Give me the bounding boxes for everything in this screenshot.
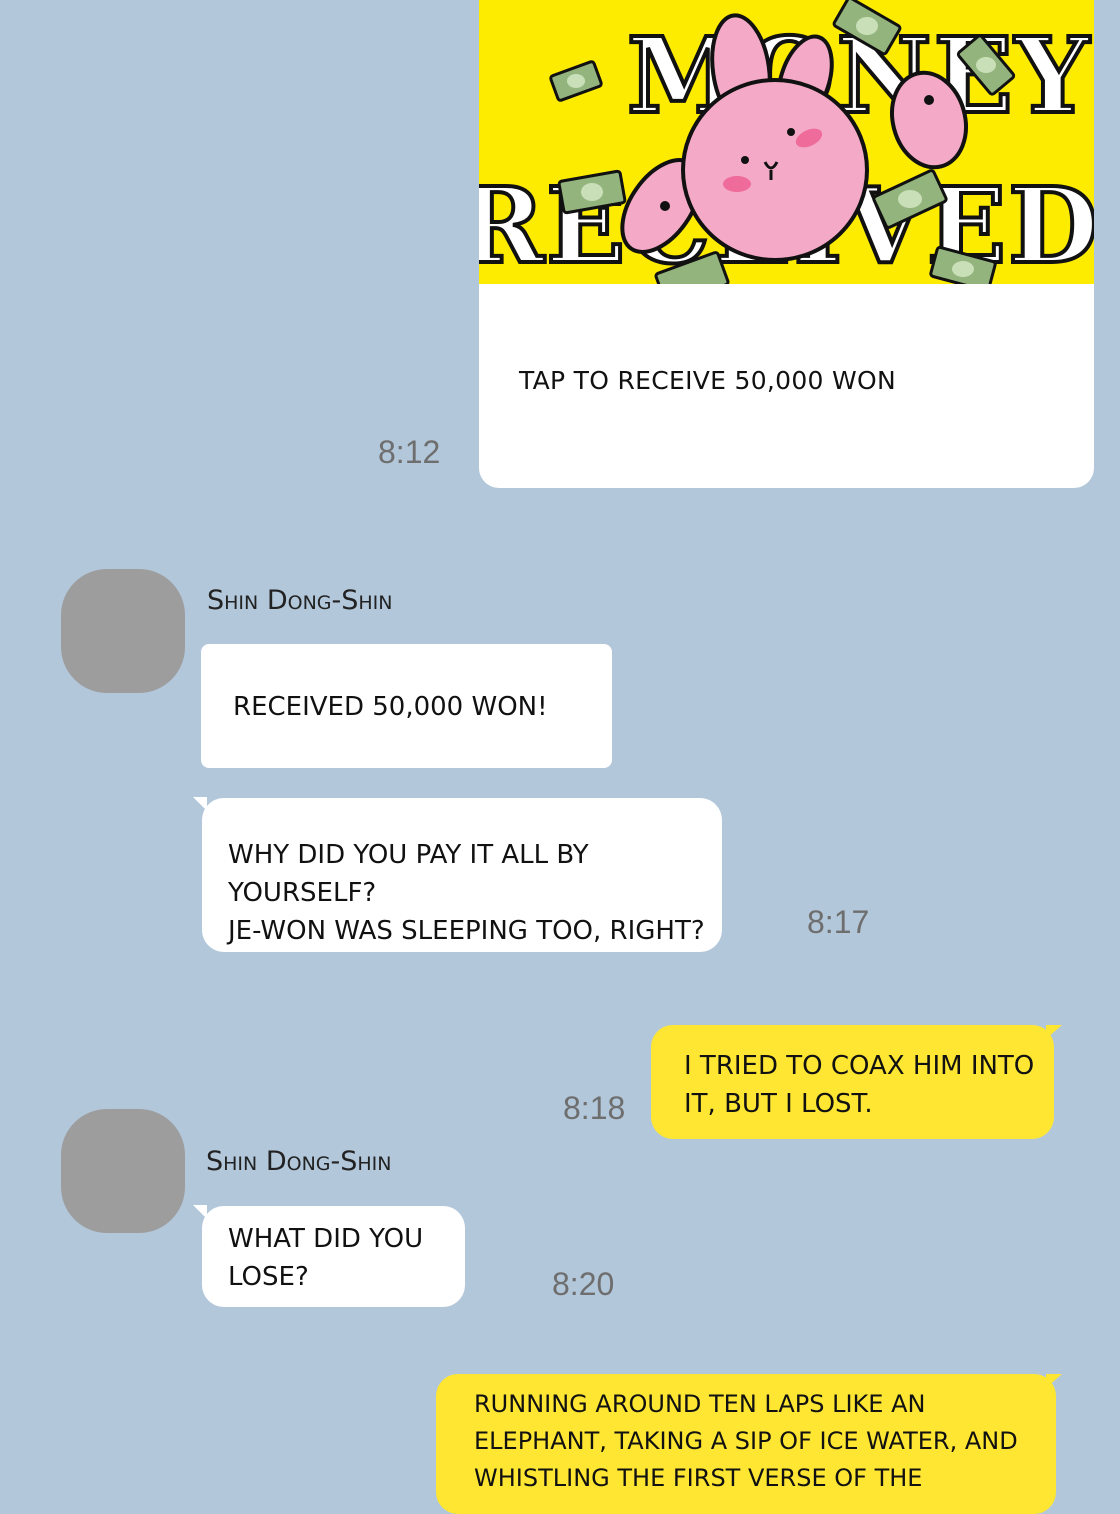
money-received-banner: MONEY RECEIVED xyxy=(479,0,1094,307)
message-text: WHAT DID YOU LOSE? xyxy=(228,1224,424,1292)
money-card-caption: TAP TO RECEIVE 50,000 WON xyxy=(519,366,897,395)
money-received-card[interactable]: MONEY RECEIVED xyxy=(479,0,1094,488)
bubble-tail xyxy=(1046,1025,1062,1039)
sender-name: Shin Dong-Shin xyxy=(206,1146,392,1177)
bubble-tail xyxy=(1046,1374,1062,1388)
timestamp: 8:17 xyxy=(807,904,870,940)
message-bubble[interactable]: RECEIVED 50,000 WON! xyxy=(201,644,612,768)
message-bubble[interactable]: WHY DID YOU PAY IT ALL BY YOURSELF? JE-W… xyxy=(202,798,722,952)
message-text: I TRIED TO COAX HIM INTO IT, BUT I LOST. xyxy=(684,1051,1035,1119)
bunny-money-sticker-icon: MONEY RECEIVED xyxy=(479,0,1094,307)
avatar-icon[interactable] xyxy=(61,569,185,693)
timestamp: 8:12 xyxy=(378,434,441,470)
sender-name: Shin Dong-Shin xyxy=(207,585,393,616)
timestamp: 8:20 xyxy=(552,1266,615,1302)
message-text: RECEIVED 50,000 WON! xyxy=(233,692,548,722)
my-message-bubble[interactable]: I TRIED TO COAX HIM INTO IT, BUT I LOST. xyxy=(651,1025,1054,1139)
my-message-bubble[interactable]: RUNNING AROUND TEN LAPS LIKE AN ELEPHANT… xyxy=(436,1374,1056,1514)
message-text: RUNNING AROUND TEN LAPS LIKE AN ELEPHANT… xyxy=(474,1390,1018,1492)
message-text: WHY DID YOU PAY IT ALL BY YOURSELF? JE-W… xyxy=(228,840,705,946)
timestamp: 8:18 xyxy=(563,1090,626,1126)
avatar-icon[interactable] xyxy=(61,1109,185,1233)
message-bubble[interactable]: WHAT DID YOU LOSE? xyxy=(202,1206,465,1307)
